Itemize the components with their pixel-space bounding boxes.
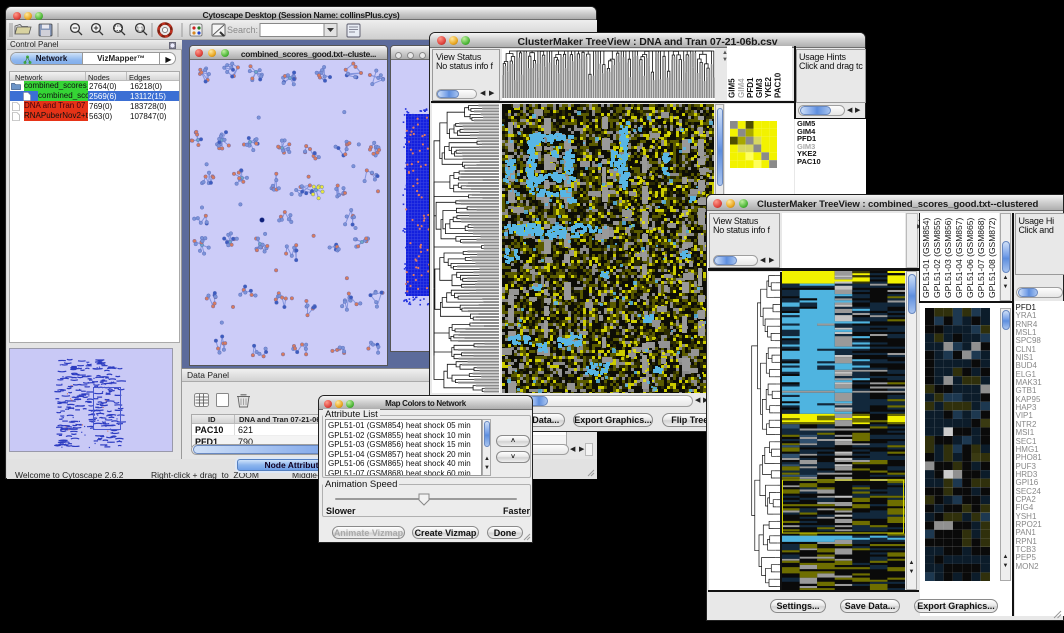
svg-text:GPL51-02 (GSM855): GPL51-02 (GSM855) [932,218,942,298]
svg-text:GPL51-01 (GSM854): GPL51-01 (GSM854) [921,218,931,298]
svg-text:GIM4: GIM4 [737,78,746,98]
svg-text:GPL51-07 (GSM868): GPL51-07 (GSM868) [976,218,986,298]
svg-text:GIM3: GIM3 [755,78,764,98]
svg-text:GPL51-06 (GSM865): GPL51-06 (GSM865) [965,218,975,298]
svg-text:GPL51-08 (GSM872): GPL51-08 (GSM872) [987,218,997,298]
svg-text:PAC10: PAC10 [774,72,783,98]
svg-text:PFD1: PFD1 [746,77,755,98]
svg-text:YKE2: YKE2 [764,77,773,98]
svg-text:GIM5: GIM5 [728,78,737,98]
svg-text:1:1: 1:1 [137,27,144,33]
svg-text:GPL51-03 (GSM856): GPL51-03 (GSM856) [943,218,953,298]
svg-text:Search:: Search: [227,25,258,35]
svg-text:GPL51-04 (GSM857): GPL51-04 (GSM857) [954,218,964,298]
